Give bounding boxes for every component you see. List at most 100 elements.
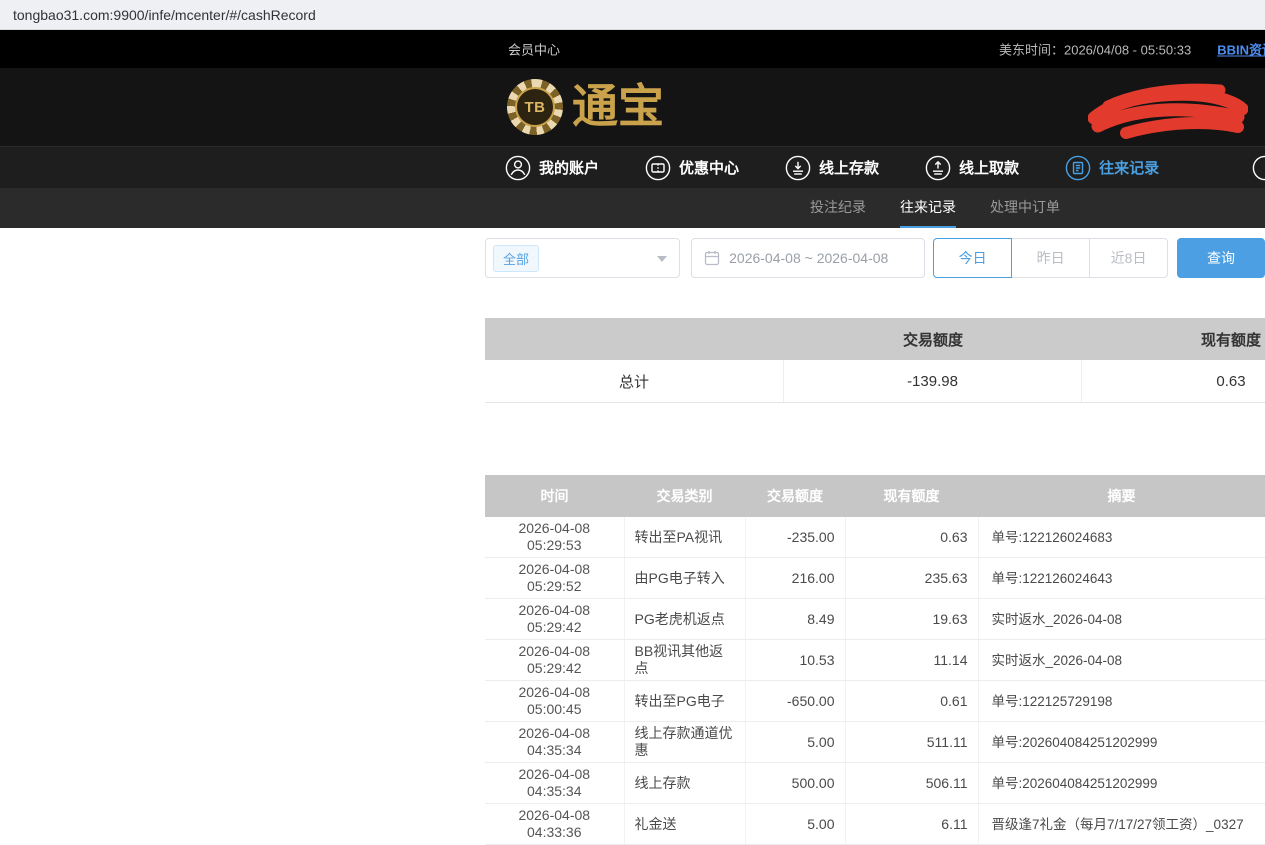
nav-item-label: 线上存款 (819, 157, 879, 178)
cell-amount: 216.00 (745, 558, 845, 599)
date-range-value: 2026-04-08 ~ 2026-04-08 (729, 250, 888, 266)
subnav-item-cash-records[interactable]: 往来记录 (900, 188, 956, 228)
query-button[interactable]: 查询 (1177, 238, 1265, 278)
table-row: 2026-04-08 04:35:34线上存款通道优惠5.00511.11单号:… (485, 722, 1265, 763)
partial-nav-icon[interactable] (1252, 155, 1265, 181)
cell-memo: 单号:122125729198 (978, 681, 1265, 722)
page: { "colors": { "accent": "#4a9fe0", "bran… (0, 0, 1265, 843)
cell-time: 2026-04-08 04:35:34 (485, 763, 624, 804)
summary-total-label: 总计 (485, 360, 784, 402)
cell-time: 2026-04-08 05:29:52 (485, 558, 624, 599)
cell-type: 转出至PG电子 (624, 681, 745, 722)
summary-header-transaction: 交易额度 (784, 318, 1082, 360)
sub-nav: 投注纪录 往来记录 处理中订单 (0, 188, 1265, 228)
summary-transaction-value: -139.98 (784, 360, 1082, 402)
site-logo[interactable]: TB 通宝 (507, 79, 664, 135)
deposit-icon (785, 155, 811, 181)
cell-balance: 506.11 (845, 763, 978, 804)
cell-time: 2026-04-08 05:29:42 (485, 640, 624, 681)
col-header-amount: 交易额度 (745, 475, 845, 517)
cell-amount: 10.53 (745, 640, 845, 681)
cell-balance: 11.14 (845, 640, 978, 681)
filters-row: 全部 2026-04-08 ~ 2026-04-08 今日 昨日 近8日 查询 (485, 238, 1265, 278)
col-header-type: 交易类别 (624, 475, 745, 517)
member-center-link[interactable]: 会员中心 (508, 40, 560, 59)
yesterday-button[interactable]: 昨日 (1011, 238, 1090, 278)
col-header-memo: 摘要 (978, 475, 1265, 517)
cell-amount: 500.00 (745, 763, 845, 804)
cell-amount: 8.49 (745, 599, 845, 640)
site-header: TB 通宝 (0, 68, 1265, 146)
transaction-type-select[interactable]: 全部 (485, 238, 680, 278)
cell-type: BB视讯其他返点 (624, 640, 745, 681)
chevron-down-icon (657, 256, 667, 262)
cell-memo: 实时返水_2026-04-08 (978, 640, 1265, 681)
table-row: 2026-04-08 04:35:34线上存款500.00506.11单号:20… (485, 763, 1265, 804)
logo-badge: TB (515, 87, 555, 127)
subnav-item-pending-orders[interactable]: 处理中订单 (990, 188, 1060, 228)
cell-time: 2026-04-08 05:29:53 (485, 517, 624, 558)
nav-item-label: 往来记录 (1099, 157, 1159, 178)
cell-memo: 实时返水_2026-04-08 (978, 599, 1265, 640)
cell-type: 线上存款 (624, 763, 745, 804)
cell-type: PG老虎机返点 (624, 599, 745, 640)
table-row: 2026-04-08 04:33:36礼金送5.006.11晋级逢7礼金（每月7… (485, 804, 1265, 845)
cell-balance: 0.63 (845, 517, 978, 558)
logo-text: 通宝 (572, 84, 664, 130)
cell-balance: 19.63 (845, 599, 978, 640)
table-row: 2026-04-08 05:29:52由PG电子转入216.00235.63单号… (485, 558, 1265, 599)
table-row: 2026-04-08 05:29:42BB视讯其他返点10.5311.14实时返… (485, 640, 1265, 681)
summary-total-row: 总计 -139.98 0.63 (485, 360, 1265, 403)
cell-memo: 单号:202604084251202999 (978, 763, 1265, 804)
eastern-time-label: 美东时间：2026/04/08 - 05:50:33 (999, 40, 1191, 59)
cell-balance: 511.11 (845, 722, 978, 763)
cell-time: 2026-04-08 04:33:36 (485, 804, 624, 845)
records-header-row: 时间 交易类别 交易额度 现有额度 摘要 (485, 475, 1265, 517)
records-table: 时间 交易类别 交易额度 现有额度 摘要 2026-04-08 05:29:53… (485, 475, 1265, 845)
withdraw-icon (925, 155, 951, 181)
calendar-icon (704, 250, 720, 266)
nav-item-withdraw[interactable]: 线上取款 (925, 155, 1019, 181)
summary-table: 交易额度 现有额度 总计 -139.98 0.63 (485, 318, 1265, 403)
cell-amount: 5.00 (745, 722, 845, 763)
cell-amount: -650.00 (745, 681, 845, 722)
today-button[interactable]: 今日 (933, 238, 1012, 278)
cell-memo: 晋级逢7礼金（每月7/17/27领工资）_0327 (978, 804, 1265, 845)
cell-type: 转出至PA视讯 (624, 517, 745, 558)
records-table-body: 2026-04-08 05:29:53转出至PA视讯-235.000.63单号:… (485, 517, 1265, 845)
nav-item-deposit[interactable]: 线上存款 (785, 155, 879, 181)
bbin-news-link[interactable]: BBIN资讯 (1217, 40, 1265, 59)
browser-url-bar[interactable]: tongbao31.com:9900/infe/mcenter/#/cashRe… (0, 0, 1265, 30)
cell-memo: 单号:202604084251202999 (978, 722, 1265, 763)
selected-type-tag[interactable]: 全部 (493, 245, 539, 272)
cell-balance: 6.11 (845, 804, 978, 845)
coupon-icon (645, 155, 671, 181)
cell-memo: 单号:122126024683 (978, 517, 1265, 558)
cell-time: 2026-04-08 05:00:45 (485, 681, 624, 722)
subnav-items: 投注纪录 往来记录 处理中订单 (810, 188, 1060, 228)
casino-chip-icon: TB (507, 79, 563, 135)
user-icon (505, 155, 531, 181)
nav-item-label: 线上取款 (959, 157, 1019, 178)
cell-balance: 235.63 (845, 558, 978, 599)
nav-item-my-account[interactable]: 我的账户 (505, 155, 599, 181)
nav-item-promotions[interactable]: 优惠中心 (645, 155, 739, 181)
table-row: 2026-04-08 05:29:53转出至PA视讯-235.000.63单号:… (485, 517, 1265, 558)
nav-item-transaction-records[interactable]: 往来记录 (1065, 155, 1159, 181)
cell-time: 2026-04-08 05:29:42 (485, 599, 624, 640)
record-icon (1065, 155, 1091, 181)
main-nav: 我的账户 优惠中心 线上存款 (0, 146, 1265, 188)
quick-date-buttons: 今日 昨日 近8日 (933, 238, 1168, 278)
col-header-balance: 现有额度 (845, 475, 978, 517)
table-row: 2026-04-08 05:29:42PG老虎机返点8.4919.63实时返水_… (485, 599, 1265, 640)
date-range-input[interactable]: 2026-04-08 ~ 2026-04-08 (691, 238, 925, 278)
top-strip: 会员中心 美东时间：2026/04/08 - 05:50:33 BBIN资讯 (0, 30, 1265, 68)
summary-balance-value: 0.63 (1082, 360, 1265, 402)
last-8-days-button[interactable]: 近8日 (1089, 238, 1168, 278)
nav-items: 我的账户 优惠中心 线上存款 (505, 147, 1159, 188)
cell-type: 由PG电子转入 (624, 558, 745, 599)
summary-header-empty (485, 318, 784, 360)
col-header-time: 时间 (485, 475, 624, 517)
cell-memo: 单号:122126024643 (978, 558, 1265, 599)
subnav-item-bet-records[interactable]: 投注纪录 (810, 188, 866, 228)
